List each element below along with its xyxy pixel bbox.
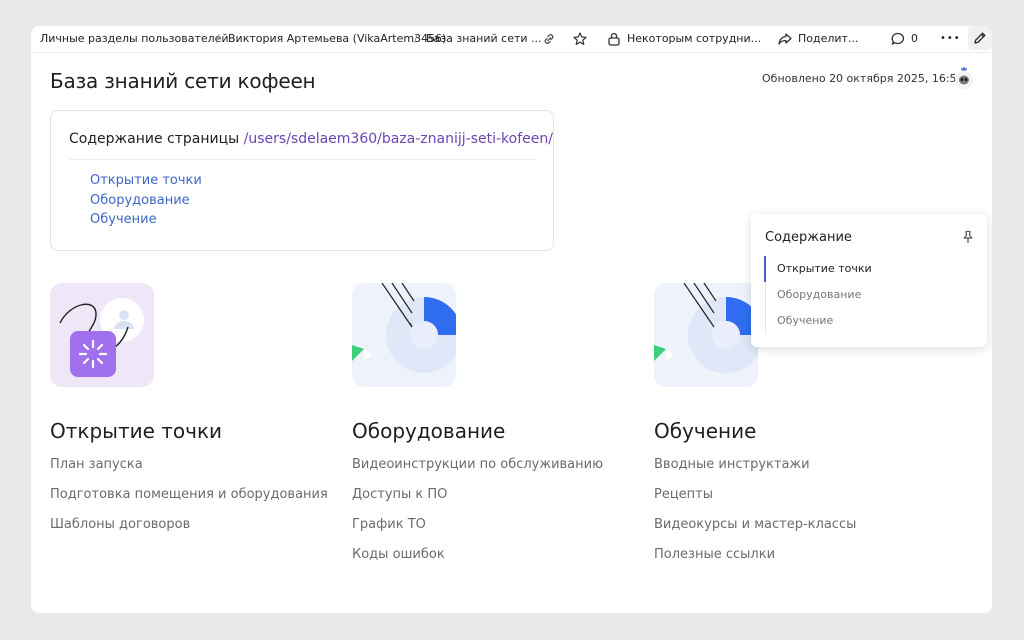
section-title: Оборудование (352, 419, 506, 443)
breadcrumb-current-page[interactable]: База знаний сети ... (426, 26, 542, 52)
floating-contents-item-training[interactable]: Обучение (777, 314, 833, 327)
toc-link-equipment[interactable]: Оборудование (90, 193, 190, 208)
floating-contents-item-equipment[interactable]: Оборудование (777, 288, 861, 301)
breadcrumb-separator: / (216, 32, 220, 45)
floating-contents-item-opening[interactable]: Открытие точки (777, 262, 872, 275)
section-title: Открытие точки (50, 419, 223, 443)
page-contents-heading: Содержание страницы /users/sdelaem360/ba… (69, 131, 553, 147)
updated-timestamp: Обновлено 20 октября 2025, 16:50 (762, 72, 964, 85)
section-link[interactable]: Видеокурсы и мастер-классы (654, 517, 856, 532)
access-button[interactable]: Некоторым сотрудни... (627, 26, 761, 52)
contents-active-indicator (764, 256, 766, 282)
section-link[interactable]: Подготовка помещения и оборудования (50, 487, 328, 502)
section-link[interactable]: Шаблоны договоров (50, 517, 190, 532)
divider (69, 159, 536, 160)
wiki-window: Личные разделы пользователей / Виктория … (31, 26, 992, 613)
share-icon[interactable] (777, 31, 793, 47)
pin-icon[interactable] (961, 230, 975, 244)
more-button[interactable]: ••• (940, 26, 961, 52)
page-contents-block: Содержание страницы /users/sdelaem360/ba… (50, 110, 554, 251)
lock-icon[interactable] (606, 31, 622, 47)
page-contents-path[interactable]: /users/sdelaem360/baza-znanijj-seti-kofe… (244, 131, 553, 147)
training-illustration (654, 283, 758, 387)
author-avatar[interactable] (953, 64, 975, 90)
floating-contents-panel: Содержание Открытие точки Оборудование О… (751, 214, 987, 347)
section-link[interactable]: Полезные ссылки (654, 547, 775, 562)
breadcrumb-personal-sections[interactable]: Личные разделы пользователей (40, 26, 229, 52)
pencil-icon (974, 32, 986, 44)
equipment-illustration (352, 283, 456, 387)
breadcrumb-separator: / (414, 32, 418, 45)
toc-link-training[interactable]: Обучение (90, 212, 157, 227)
section-title: Обучение (654, 419, 757, 443)
top-bar: Личные разделы пользователей / Виктория … (31, 26, 992, 53)
opening-illustration (50, 283, 154, 387)
section-link[interactable]: График ТО (352, 517, 426, 532)
star-icon[interactable] (572, 31, 588, 47)
page-title: База знаний сети кофеен (50, 69, 316, 93)
section-link[interactable]: Видеоинструкции по обслуживанию (352, 457, 603, 472)
section-link[interactable]: План запуска (50, 457, 143, 472)
floating-contents-title: Содержание (765, 230, 852, 245)
section-link[interactable]: Вводные инструктажи (654, 457, 810, 472)
toc-link-opening[interactable]: Открытие точки (90, 173, 202, 188)
section-link[interactable]: Рецепты (654, 487, 713, 502)
comments-count: 0 (911, 32, 918, 45)
edit-button[interactable] (968, 26, 992, 50)
comment-icon[interactable] (890, 31, 906, 47)
link-icon[interactable] (541, 31, 557, 47)
share-button[interactable]: Поделит... (798, 26, 858, 52)
section-link[interactable]: Доступы к ПО (352, 487, 447, 502)
page-contents-label: Содержание страницы (69, 131, 240, 147)
section-link[interactable]: Коды ошибок (352, 547, 445, 562)
